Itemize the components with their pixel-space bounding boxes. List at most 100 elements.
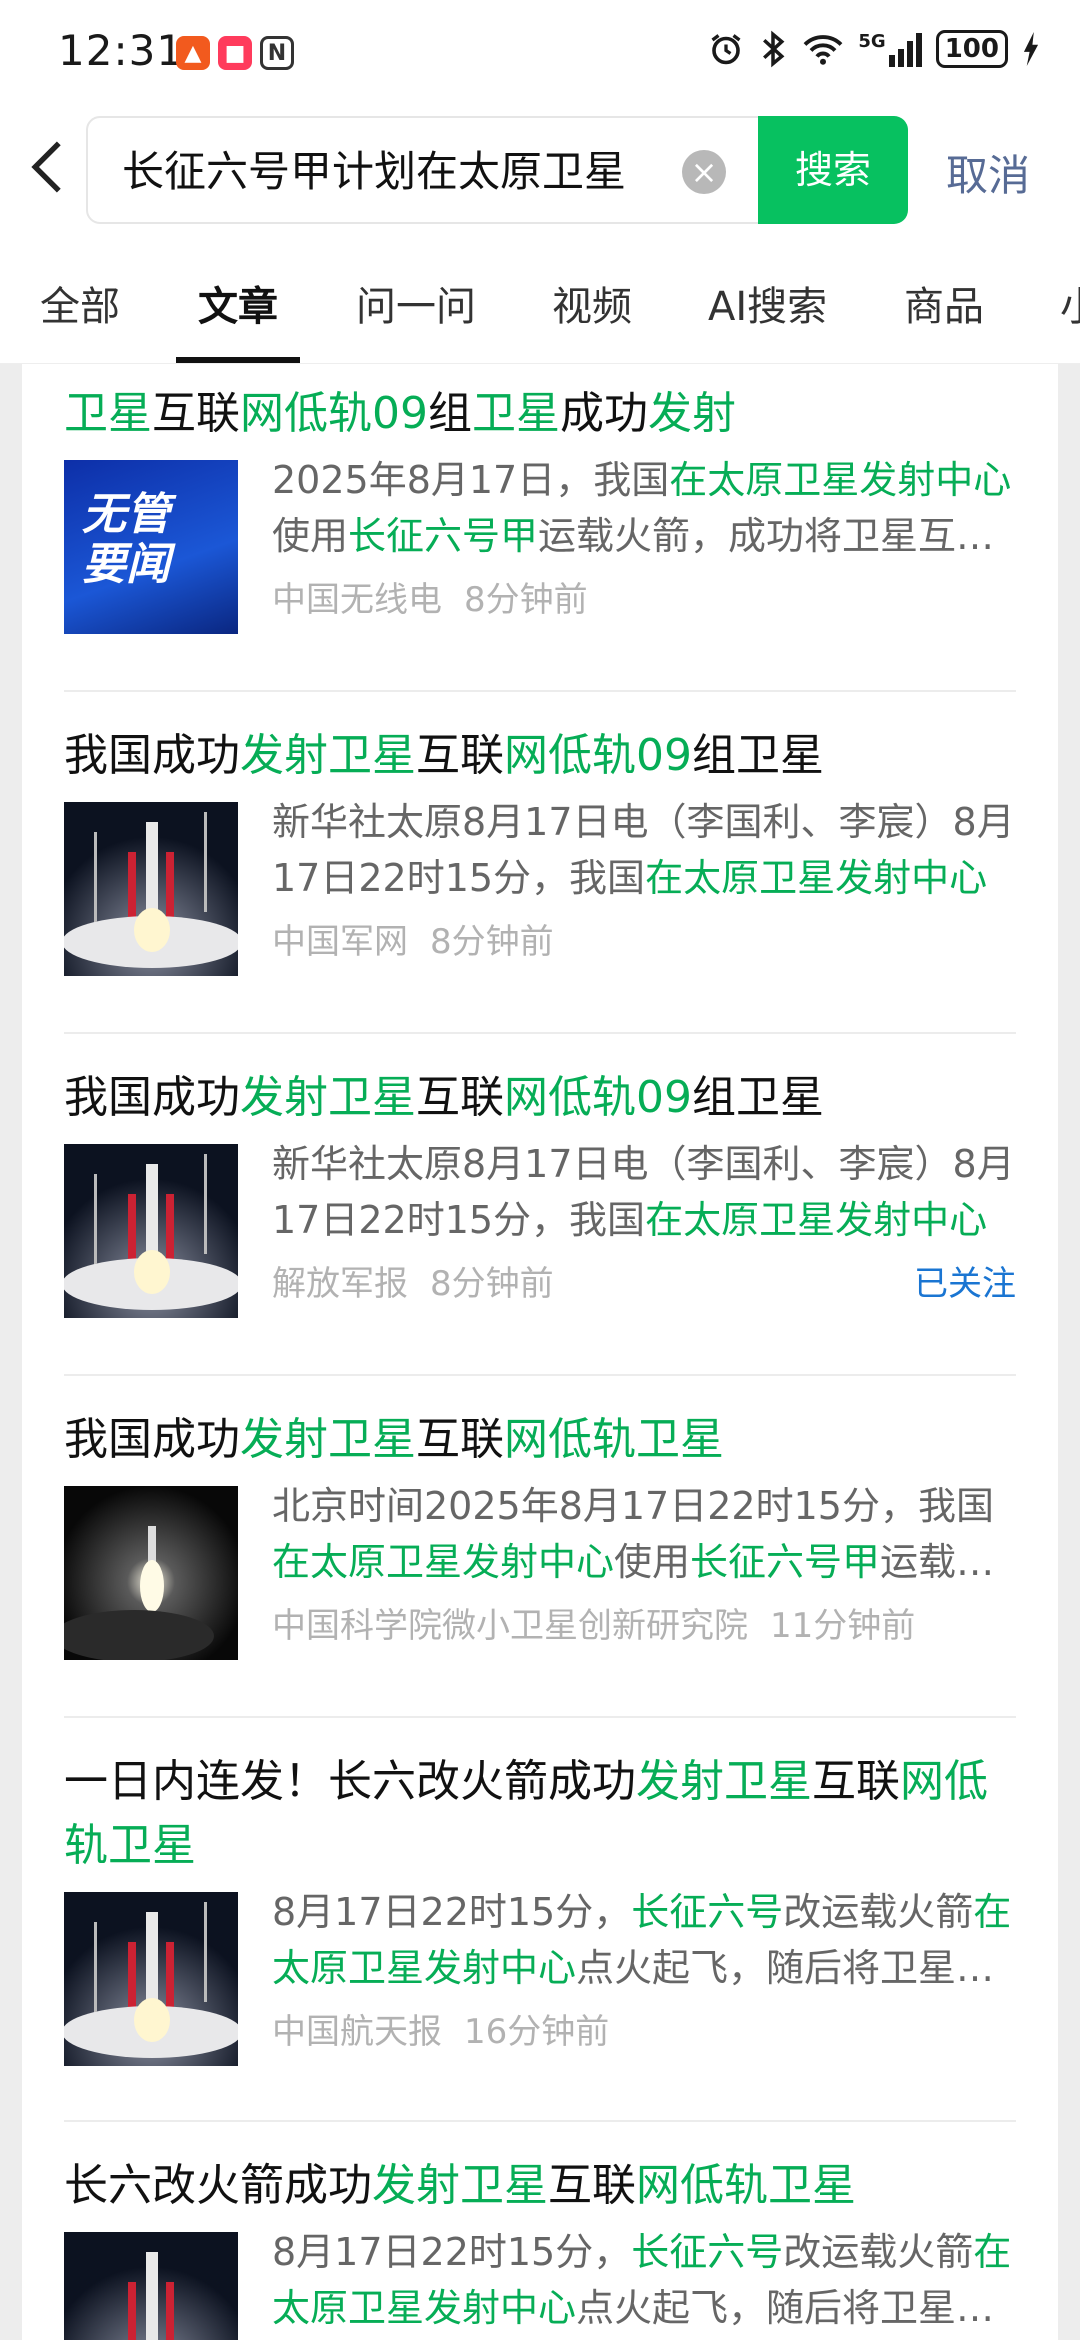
charging-icon — [1023, 32, 1039, 66]
article-meta: 中国航天报 16分钟前 — [272, 2004, 609, 2053]
text-segment: 互联 — [152, 388, 240, 439]
text-segment: 使用 — [272, 514, 349, 558]
article-item[interactable]: 一日内连发！长六改火箭成功发射卫星互联网低轨卫星 8月17日22时15分，长征六… — [64, 1750, 1016, 2102]
text-segment: 一日内连发！长六改火箭成功 — [64, 1756, 636, 1807]
article-item[interactable]: 我国成功发射卫星互联网低轨09组卫星 新华社太原8月17日电（李国利、李宸）8月… — [64, 1066, 1016, 1356]
article-title[interactable]: 我国成功发射卫星互联网低轨卫星 — [64, 1408, 1016, 1472]
article-source[interactable]: 解放军报 — [272, 1264, 408, 1304]
keyword-highlight: 在太原卫星发射中心 — [645, 1198, 988, 1242]
active-tab-indicator — [176, 357, 300, 363]
battery-icon: 100 — [935, 30, 1008, 68]
article-title[interactable]: 长六改火箭成功发射卫星互联网低轨卫星 — [64, 2154, 1016, 2218]
article-source[interactable]: 中国军网 — [272, 922, 408, 962]
signal-5g-icon: 5G — [858, 31, 922, 67]
search-box[interactable]: 长征六号甲计划在太原卫星 × 搜索 — [86, 116, 908, 224]
article-thumbnail[interactable] — [64, 1892, 238, 2066]
back-button[interactable] — [30, 140, 80, 200]
rocket-launch-image — [64, 1144, 238, 1318]
bluetooth-icon — [763, 30, 785, 68]
article-time: 8分钟前 — [430, 922, 554, 962]
tab-ai-search[interactable]: AI搜索 — [708, 274, 827, 332]
article-meta: 中国军网 8分钟前 — [272, 914, 554, 963]
text-segment: 使用 — [614, 1540, 691, 1584]
article-thumbnail[interactable] — [64, 1144, 238, 1318]
alarm-icon — [711, 34, 741, 65]
divider — [64, 1374, 1016, 1376]
status-time: 12:31 — [58, 26, 185, 75]
article-thumbnail[interactable] — [64, 2232, 238, 2340]
notification-app-icon: ■ — [218, 36, 252, 70]
divider — [64, 2120, 1016, 2122]
article-meta: 解放军报 8分钟前 — [272, 1256, 554, 1305]
article-source[interactable]: 中国无线电 — [272, 580, 442, 620]
chevron-left-icon — [31, 141, 61, 193]
rocket-launch-image — [64, 1892, 238, 2066]
article-summary: 新华社太原8月17日电（李国利、李宸）8月17日22时15分，我国在太原卫星发射… — [272, 1136, 1016, 1248]
rocket-launch-image — [64, 1486, 238, 1660]
cancel-button[interactable]: 取消 — [946, 142, 1030, 203]
tab-all[interactable]: 全部 — [40, 274, 120, 332]
article-meta: 中国无线电 8分钟前 — [272, 572, 588, 621]
article-time: 8分钟前 — [464, 580, 588, 620]
keyword-highlight: 网低轨09 — [240, 388, 428, 439]
keyword-highlight: 发射卫星 — [240, 730, 416, 781]
status-bar: 12:31 ▲ ■ N 5G 100 — [0, 0, 1080, 108]
article-title[interactable]: 一日内连发！长六改火箭成功发射卫星互联网低轨卫星 — [64, 1750, 1016, 1878]
keyword-highlight: 发射卫星 — [240, 1414, 416, 1465]
wifi-icon — [804, 35, 843, 65]
article-source[interactable]: 中国航天报 — [272, 2012, 442, 2052]
search-button[interactable]: 搜索 — [758, 116, 908, 224]
tab-products[interactable]: 商品 — [904, 274, 984, 332]
rocket-launch-image — [64, 2232, 238, 2340]
text-segment: 改运载火箭 — [783, 1890, 974, 1934]
thumbnail-text-line: 无管 — [82, 489, 170, 540]
keyword-highlight: 网低轨卫星 — [636, 2160, 856, 2211]
text-segment: 长六改火箭成功 — [64, 2160, 372, 2211]
article-title[interactable]: 卫星互联网低轨09组卫星成功发射 — [64, 382, 1016, 446]
article-item[interactable]: 我国成功发射卫星互联网低轨卫星 北京时间2025年8月17日22时15分，我国在… — [64, 1408, 1016, 1698]
article-thumbnail[interactable] — [64, 802, 238, 976]
text-segment: 北京时间2025年8月17日22时15分，我国 — [272, 1484, 994, 1528]
status-system-icons: 5G 100 — [708, 30, 1040, 68]
article-summary: 北京时间2025年8月17日22时15分，我国在太原卫星发射中心使用长征六号甲运… — [272, 1478, 1016, 1590]
text-segment: 互联 — [812, 1756, 900, 1807]
tab-video[interactable]: 视频 — [552, 274, 632, 332]
keyword-highlight: 长征六号 — [631, 1890, 784, 1934]
article-item[interactable]: 长六改火箭成功发射卫星互联网低轨卫星 8月17日22时15分，长征六号改运载火箭… — [64, 2154, 1016, 2340]
clear-icon[interactable]: × — [682, 150, 726, 194]
article-thumbnail[interactable]: 无管 要闻 — [64, 460, 238, 634]
search-results-list: 卫星互联网低轨09组卫星成功发射 无管 要闻 2025年8月17日，我国在太原卫… — [22, 364, 1058, 2340]
text-segment: 我国成功 — [64, 1414, 240, 1465]
text-segment: 互联 — [416, 1072, 504, 1123]
article-title[interactable]: 我国成功发射卫星互联网低轨09组卫星 — [64, 724, 1016, 788]
text-segment: 互联 — [416, 1414, 504, 1465]
tab-ask[interactable]: 问一问 — [356, 274, 476, 332]
followed-badge[interactable]: 已关注 — [914, 1256, 1016, 1305]
article-source[interactable]: 中国科学院微小卫星创新研究院 — [272, 1606, 748, 1646]
article-title[interactable]: 我国成功发射卫星互联网低轨09组卫星 — [64, 1066, 1016, 1130]
article-summary: 8月17日22时15分，长征六号改运载火箭在太原卫星发射中心点火起飞，随后将卫星… — [272, 1884, 1016, 1996]
keyword-highlight: 在太原卫星发射中心 — [669, 458, 1012, 502]
article-thumbnail[interactable] — [64, 1486, 238, 1660]
rocket-launch-image — [64, 802, 238, 976]
category-tabs: 全部 文章 问一问 视频 AI搜索 商品 小 — [0, 238, 1080, 364]
thumbnail-text-line: 要闻 — [82, 539, 170, 590]
keyword-highlight: 在太原卫星发射中心 — [272, 1540, 615, 1584]
text-segment: 8月17日22时15分， — [272, 2230, 632, 2274]
keyword-highlight: 网低轨卫星 — [504, 1414, 724, 1465]
article-summary: 新华社太原8月17日电（李国利、李宸）8月17日22时15分，我国在太原卫星发射… — [272, 794, 1016, 906]
article-meta: 中国科学院微小卫星创新研究院 11分钟前 — [272, 1598, 915, 1647]
text-segment: 组卫星 — [692, 730, 824, 781]
notification-app-icon: ▲ — [176, 36, 210, 70]
search-input[interactable]: 长征六号甲计划在太原卫星 — [122, 144, 762, 200]
article-time: 11分钟前 — [770, 1606, 916, 1646]
divider — [64, 1032, 1016, 1034]
tab-articles[interactable]: 文章 — [198, 274, 278, 332]
text-segment: 改运载火箭 — [783, 2230, 974, 2274]
tab-more[interactable]: 小 — [1060, 274, 1080, 332]
text-segment: 互联 — [548, 2160, 636, 2211]
article-item[interactable]: 卫星互联网低轨09组卫星成功发射 无管 要闻 2025年8月17日，我国在太原卫… — [64, 382, 1016, 672]
article-item[interactable]: 我国成功发射卫星互联网低轨09组卫星 新华社太原8月17日电（李国利、李宸）8月… — [64, 724, 1016, 1014]
text-segment: 2025年8月17日，我国 — [272, 458, 670, 502]
text-segment: 组卫星 — [692, 1072, 824, 1123]
